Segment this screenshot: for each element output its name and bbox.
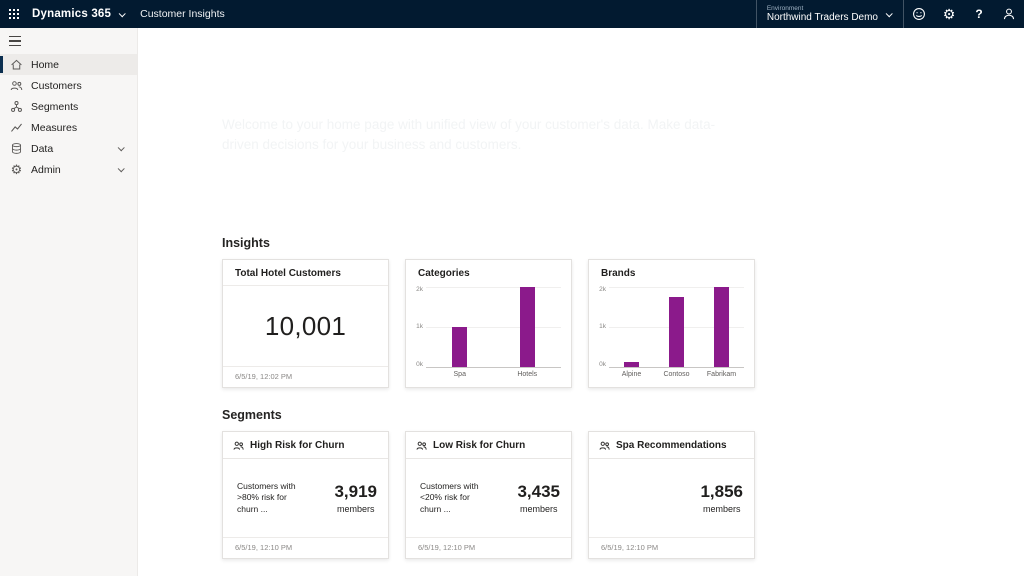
card-timestamp: 6/5/19, 12:10 PM — [223, 537, 388, 558]
top-app-bar: Dynamics 365 Customer Insights Environme… — [0, 0, 1024, 28]
segment-card-low-risk[interactable]: Low Risk for Churn Customers with <20% r… — [405, 431, 572, 559]
kpi-card-total-hotel-customers[interactable]: Total Hotel Customers 10,001 6/5/19, 12:… — [222, 259, 389, 388]
sidebar-item-data[interactable]: Data — [0, 138, 137, 159]
sidebar-item-label: Customers — [31, 80, 82, 92]
app-launcher-button[interactable] — [0, 0, 28, 28]
insights-heading: Insights — [222, 236, 1024, 250]
sidebar-item-admin[interactable]: ⚙ Admin — [0, 159, 137, 180]
card-title: Total Hotel Customers — [223, 260, 388, 286]
left-navigation: Home Customers Segments Measures — [0, 28, 138, 576]
database-icon — [10, 142, 23, 155]
environment-label: Environment — [767, 5, 878, 12]
app-name: Customer Insights — [140, 8, 225, 20]
segments-icon — [10, 100, 23, 113]
waffle-icon — [9, 9, 19, 19]
hero-banner: Good morning, Veronica Welcome to your h… — [138, 28, 1024, 222]
segment-member-count: 3,435 — [517, 482, 560, 502]
card-timestamp: 6/5/19, 12:10 PM — [406, 537, 571, 558]
customers-icon — [10, 79, 23, 92]
greeting-title: Good morning, Veronica — [222, 80, 762, 98]
chevron-down-icon — [118, 144, 125, 151]
members-label: members — [334, 504, 377, 514]
segment-icon — [599, 440, 610, 451]
sidebar-item-label: Data — [31, 143, 53, 155]
segment-title: Spa Recommendations — [616, 440, 727, 451]
home-content: Insights Total Hotel Customers 10,001 6/… — [138, 222, 1024, 576]
chart-card-categories[interactable]: Categories 2k1k0kSpaHotels — [405, 259, 572, 388]
sidebar-item-label: Admin — [31, 164, 61, 176]
kpi-value: 10,001 — [265, 311, 346, 342]
insights-cards-row: Total Hotel Customers 10,001 6/5/19, 12:… — [222, 259, 1024, 388]
segment-card-high-risk[interactable]: High Risk for Churn Customers with >80% … — [222, 431, 389, 559]
segments-heading: Segments — [222, 408, 1024, 422]
help-icon: ? — [975, 7, 982, 21]
brands-bar-chart: 2k1k0kAlpineContosoFabrikam — [589, 285, 754, 387]
person-icon — [1002, 7, 1016, 21]
chevron-down-icon — [886, 10, 893, 17]
sidebar-item-measures[interactable]: Measures — [0, 117, 137, 138]
welcome-message: Welcome to your home page with unified v… — [222, 115, 744, 154]
card-title: Brands — [589, 260, 754, 285]
members-label: members — [517, 504, 560, 514]
chevron-down-icon — [118, 165, 125, 172]
members-label: members — [700, 504, 743, 514]
chevron-down-icon[interactable] — [119, 10, 126, 17]
segment-icon — [416, 440, 427, 451]
feedback-button[interactable] — [904, 0, 934, 28]
card-title: Categories — [406, 260, 571, 285]
nav-collapse-button[interactable] — [0, 28, 28, 54]
sidebar-item-label: Segments — [31, 101, 78, 113]
environment-value: Northwind Traders Demo — [767, 12, 878, 24]
gear-icon: ⚙ — [10, 163, 23, 176]
settings-button[interactable]: ⚙ — [934, 0, 964, 28]
help-button[interactable]: ? — [964, 0, 994, 28]
categories-bar-chart: 2k1k0kSpaHotels — [406, 285, 571, 387]
segment-member-count: 1,856 — [700, 482, 743, 502]
home-icon — [10, 58, 23, 71]
brand-title: Dynamics 365 — [32, 8, 111, 20]
segment-title: High Risk for Churn — [250, 440, 344, 451]
sidebar-item-segments[interactable]: Segments — [0, 96, 137, 117]
sidebar-item-home[interactable]: Home — [0, 54, 137, 75]
segments-cards-row: High Risk for Churn Customers with >80% … — [222, 431, 1024, 559]
segment-description: Customers with <20% risk for churn ... — [420, 481, 488, 514]
segment-member-count: 3,919 — [334, 482, 377, 502]
sidebar-item-customers[interactable]: Customers — [0, 75, 137, 96]
card-timestamp: 6/5/19, 12:10 PM — [589, 537, 754, 558]
account-button[interactable] — [994, 0, 1024, 28]
segment-title: Low Risk for Churn — [433, 440, 525, 451]
gear-icon: ⚙ — [943, 7, 956, 21]
environment-picker[interactable]: Environment Northwind Traders Demo — [756, 0, 904, 28]
segment-icon — [233, 440, 244, 451]
sidebar-item-label: Measures — [31, 122, 77, 134]
sidebar-item-label: Home — [31, 59, 59, 71]
measures-icon — [10, 121, 23, 134]
segment-description: Customers with >80% risk for churn ... — [237, 481, 305, 514]
chart-card-brands[interactable]: Brands 2k1k0kAlpineContosoFabrikam — [588, 259, 755, 388]
segment-card-spa-recommendations[interactable]: Spa Recommendations 1,856 members 6/5/19… — [588, 431, 755, 559]
smiley-icon — [912, 7, 926, 21]
card-timestamp: 6/5/19, 12:02 PM — [223, 366, 388, 387]
